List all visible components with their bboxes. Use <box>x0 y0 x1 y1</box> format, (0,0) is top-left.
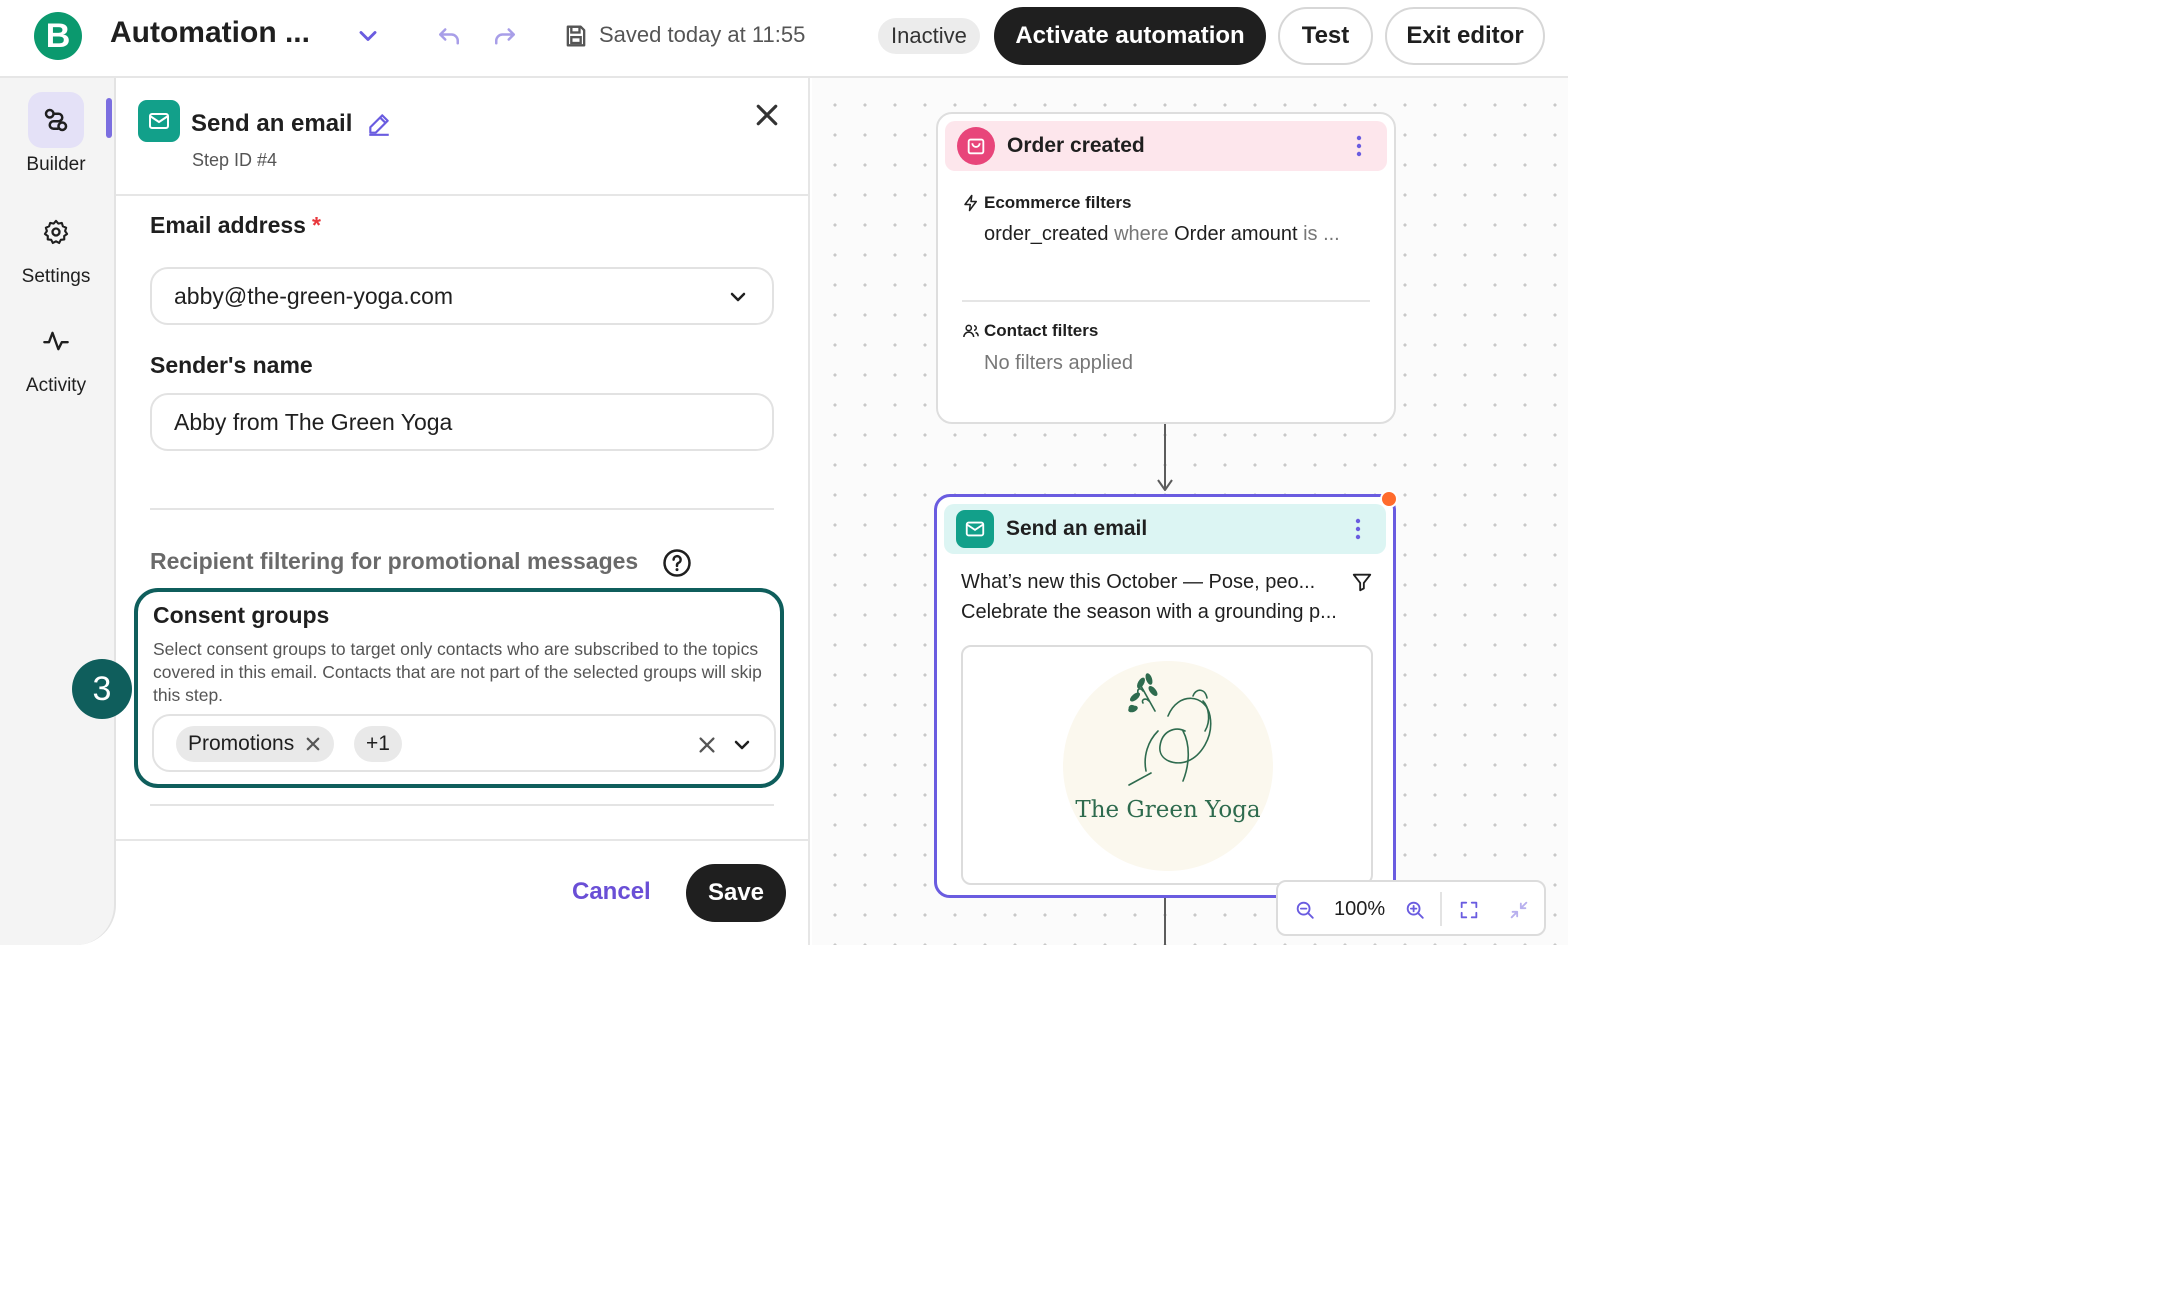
left-sidebar: Builder Settings Activity <box>0 78 116 945</box>
connector-line <box>1164 898 1166 945</box>
pencil-icon[interactable] <box>366 111 392 137</box>
cancel-button[interactable]: Cancel <box>572 878 651 906</box>
tag-promotions: Promotions <box>176 726 335 762</box>
email-address-value: abby@the-green-yoga.com <box>174 282 454 309</box>
logo-text: The Green Yoga <box>1075 797 1261 823</box>
filter-icon <box>1352 573 1372 592</box>
divider <box>962 300 1370 302</box>
email-subject: What’s new this October — Pose, peo... <box>961 571 1316 593</box>
brevo-logo[interactable]: B <box>34 12 82 60</box>
consent-groups-description: Select consent groups to target only con… <box>153 639 762 705</box>
ecommerce-filters-text: order_created where Order amount is ... <box>984 223 1340 245</box>
close-icon[interactable] <box>752 100 782 130</box>
node-title: Send an email <box>1006 517 1148 540</box>
step-number-badge: 3 <box>72 659 132 719</box>
tag-label: Promotions <box>188 732 295 755</box>
redo-icon[interactable] <box>490 22 520 52</box>
panel-title: Send an email <box>191 110 353 137</box>
panel-header: Send an email Step ID #4 <box>116 78 808 196</box>
yoga-figure-icon <box>1128 673 1212 786</box>
sender-name-label: Sender's name <box>150 352 313 378</box>
zoom-in-icon[interactable] <box>1404 899 1426 921</box>
sidebar-item-label: Activity <box>25 375 87 396</box>
gear-icon <box>43 219 69 245</box>
chevron-down-icon[interactable] <box>730 733 754 757</box>
automation-title[interactable]: Automation ... <box>110 16 310 50</box>
help-icon[interactable] <box>662 548 692 578</box>
consent-groups-title: Consent groups <box>153 602 330 628</box>
divider <box>150 508 774 510</box>
test-button[interactable]: Test <box>1278 7 1373 65</box>
builder-icon <box>44 108 68 132</box>
email-address-label: Email address * <box>150 212 321 238</box>
top-bar: B Automation ... Saved today at 11:55 In… <box>0 0 1568 78</box>
contacts-icon <box>963 324 979 338</box>
saved-status: Saved today at 11:55 <box>599 22 806 47</box>
email-address-select[interactable]: abby@the-green-yoga.com <box>150 267 774 325</box>
clear-icon[interactable] <box>696 734 718 756</box>
arrow-down-icon <box>1157 479 1173 491</box>
step-settings-panel: Send an email Step ID #4 Email address * … <box>116 78 810 945</box>
fit-screen-icon[interactable] <box>1458 899 1480 921</box>
chevron-down-icon <box>730 292 746 302</box>
green-yoga-logo: The Green Yoga <box>1063 661 1273 871</box>
required-mark: * <box>311 212 321 238</box>
sender-name-input[interactable]: Abby from The Green Yoga <box>150 393 774 451</box>
email-icon <box>956 510 994 548</box>
panel-footer-divider <box>116 839 808 841</box>
chevron-down-icon[interactable] <box>354 22 382 50</box>
node-header: Send an email <box>944 504 1386 554</box>
save-button[interactable]: Save <box>686 864 786 922</box>
contact-filters-text: No filters applied <box>984 352 1133 374</box>
more-tags-badge[interactable]: +1 <box>354 726 402 762</box>
logo-letter: B <box>45 16 71 55</box>
kebab-menu-icon[interactable] <box>1354 518 1362 540</box>
zoom-out-icon[interactable] <box>1294 899 1316 921</box>
remove-tag-icon[interactable] <box>304 735 322 753</box>
collapse-icon[interactable] <box>1508 899 1530 921</box>
save-icon <box>566 25 586 47</box>
more-tags-count: +1 <box>366 732 390 755</box>
divider <box>150 804 774 806</box>
sidebar-item-settings[interactable]: Settings <box>0 204 112 288</box>
active-indicator <box>106 98 112 138</box>
sidebar-item-label: Settings <box>21 266 91 287</box>
lightning-icon <box>964 194 977 212</box>
step-id: Step ID #4 <box>192 150 278 170</box>
send-email-node[interactable]: Send an email What’s new this October — … <box>934 494 1396 898</box>
email-preview: The Green Yoga <box>961 645 1373 885</box>
sidebar-item-builder[interactable]: Builder <box>0 92 112 176</box>
sidebar-item-activity[interactable]: Activity <box>0 313 112 397</box>
sidebar-item-label: Builder <box>26 154 86 175</box>
exit-editor-button[interactable]: Exit editor <box>1385 7 1545 65</box>
order-created-node[interactable]: Order created Ecommerce filters order_cr… <box>936 112 1396 424</box>
zoom-level: 100% <box>1334 898 1386 920</box>
shopping-bag-icon <box>957 127 995 165</box>
status-dot <box>1380 490 1398 508</box>
kebab-menu-icon[interactable] <box>1355 135 1363 157</box>
node-title: Order created <box>1007 134 1145 157</box>
sender-name-value: Abby from The Green Yoga <box>174 408 453 435</box>
email-icon <box>138 100 180 142</box>
node-header: Order created <box>945 121 1387 171</box>
zoom-controls: 100% <box>1276 880 1546 936</box>
workflow-canvas[interactable]: Order created Ecommerce filters order_cr… <box>812 78 1568 945</box>
divider <box>1440 892 1442 926</box>
consent-groups-select[interactable]: Promotions +1 <box>152 714 776 772</box>
activate-automation-button[interactable]: Activate automation <box>994 7 1266 65</box>
section-title: Recipient filtering for promotional mess… <box>150 548 639 574</box>
status-badge: Inactive <box>878 18 980 54</box>
activity-icon <box>43 331 69 351</box>
consent-groups-highlight: Consent groups Select consent groups to … <box>134 588 784 788</box>
contact-filters-title: Contact filters <box>984 321 1099 340</box>
ecommerce-filters-title: Ecommerce filters <box>984 193 1132 212</box>
undo-icon[interactable] <box>434 22 464 52</box>
email-preheader: Celebrate the season with a grounding p.… <box>961 601 1337 623</box>
